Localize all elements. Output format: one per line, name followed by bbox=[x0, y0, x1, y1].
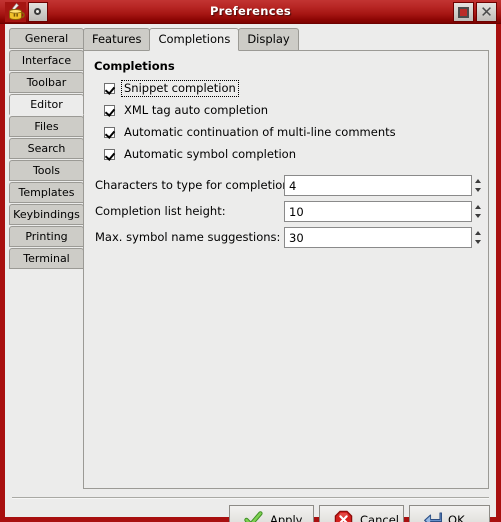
sidebar-item-label: Toolbar bbox=[26, 76, 67, 89]
cancel-button-label: Cancel bbox=[360, 513, 399, 522]
sidebar-item-label: Interface bbox=[21, 54, 72, 67]
checkbox-label: Snippet completion bbox=[121, 80, 239, 97]
dialog-body: General Interface Toolbar Editor Files S… bbox=[5, 24, 496, 522]
characters-to-type-input[interactable]: 4 bbox=[284, 175, 472, 196]
sidebar-item-interface[interactable]: Interface bbox=[9, 50, 84, 71]
completion-list-height-input[interactable]: 10 bbox=[284, 201, 472, 222]
dialog-action-bar: Apply Cancel OK bbox=[5, 502, 496, 522]
tab-completions[interactable]: Completions bbox=[149, 28, 240, 51]
checkbox-label: XML tag auto completion bbox=[124, 103, 269, 117]
input-value: 30 bbox=[289, 231, 304, 245]
input-value: 4 bbox=[289, 179, 297, 193]
maximize-icon[interactable] bbox=[453, 2, 474, 22]
sidebar-item-label: Tools bbox=[32, 164, 61, 177]
completions-panel: Completions Snippet completion XML tag a… bbox=[83, 50, 489, 489]
checkbox-row-automatic-symbol-completion[interactable]: Automatic symbol completion bbox=[104, 147, 298, 164]
sidebar-item-label: Editor bbox=[30, 98, 63, 111]
checkbox-xml-tag-auto-completion[interactable] bbox=[104, 105, 115, 116]
sidebar-item-editor[interactable]: Editor bbox=[9, 94, 84, 115]
checkbox-label: Automatic continuation of multi-line com… bbox=[124, 125, 396, 139]
sidebar-item-label: Files bbox=[34, 120, 59, 133]
sidebar-item-templates[interactable]: Templates bbox=[9, 182, 84, 203]
checkbox-label: Automatic symbol completion bbox=[124, 147, 296, 161]
apply-button-label: Apply bbox=[270, 513, 303, 522]
sidebar-item-general[interactable]: General bbox=[9, 28, 84, 49]
sidebar: General Interface Toolbar Editor Files S… bbox=[9, 28, 84, 270]
tab-label: Features bbox=[92, 32, 142, 46]
checkbox-row-multiline-comment-continuation[interactable]: Automatic continuation of multi-line com… bbox=[104, 125, 398, 142]
setting-label: Completion list height: bbox=[95, 204, 226, 218]
stepper-up-icon[interactable] bbox=[475, 179, 481, 183]
tab-label: Display bbox=[247, 32, 290, 46]
enter-arrow-icon bbox=[423, 510, 442, 522]
checkbox-snippet-completion[interactable] bbox=[104, 83, 115, 94]
completion-list-height-stepper[interactable] bbox=[474, 202, 482, 221]
sidebar-item-label: Search bbox=[27, 142, 66, 155]
page-title: Completions bbox=[94, 59, 175, 73]
sidebar-item-label: Templates bbox=[18, 186, 75, 199]
notebook-tabstrip: Features Completions Display bbox=[83, 28, 489, 51]
max-symbol-name-suggestions-stepper[interactable] bbox=[474, 228, 482, 247]
checkbox-multiline-comment-continuation[interactable] bbox=[104, 127, 115, 138]
action-separator bbox=[12, 497, 489, 499]
stepper-up-icon[interactable] bbox=[475, 231, 481, 235]
settings-notebook: Features Completions Display Completions… bbox=[83, 28, 489, 489]
close-glyph: ✕ bbox=[480, 3, 493, 21]
input-value: 10 bbox=[289, 205, 304, 219]
sidebar-item-label: Printing bbox=[25, 230, 68, 243]
apply-button[interactable]: Apply bbox=[229, 505, 314, 522]
close-icon[interactable]: ✕ bbox=[476, 2, 497, 22]
check-icon bbox=[244, 510, 263, 522]
window-titlebar[interactable]: Preferences ✕ bbox=[0, 0, 501, 24]
ok-button-label: OK bbox=[448, 513, 465, 522]
sidebar-item-search[interactable]: Search bbox=[9, 138, 84, 159]
sidebar-item-tools[interactable]: Tools bbox=[9, 160, 84, 181]
sidebar-item-printing[interactable]: Printing bbox=[9, 226, 84, 247]
preferences-window: Preferences ✕ General Interface Toolbar … bbox=[0, 0, 501, 522]
cancel-button[interactable]: Cancel bbox=[319, 505, 404, 522]
setting-label: Characters to type for completion: bbox=[95, 178, 294, 192]
checkbox-row-snippet-completion[interactable]: Snippet completion bbox=[104, 80, 239, 98]
window-title: Preferences bbox=[209, 4, 292, 18]
maximize-glyph bbox=[458, 7, 469, 18]
setting-row-completion-list-height: Completion list height: 10 bbox=[95, 201, 482, 223]
checkbox-row-xml-tag-auto-completion[interactable]: XML tag auto completion bbox=[104, 103, 270, 120]
stepper-down-icon[interactable] bbox=[475, 240, 481, 244]
sidebar-item-terminal[interactable]: Terminal bbox=[9, 248, 84, 269]
sidebar-item-toolbar[interactable]: Toolbar bbox=[9, 72, 84, 93]
setting-row-characters-to-type: Characters to type for completion: 4 bbox=[95, 175, 482, 197]
characters-to-type-stepper[interactable] bbox=[474, 176, 482, 195]
setting-row-max-symbol-name-suggestions: Max. symbol name suggestions: 30 bbox=[95, 227, 482, 249]
tab-display[interactable]: Display bbox=[238, 28, 299, 50]
checkbox-automatic-symbol-completion[interactable] bbox=[104, 149, 115, 160]
stop-x-icon bbox=[334, 510, 353, 522]
sidebar-item-label: General bbox=[24, 32, 69, 45]
setting-label: Max. symbol name suggestions: bbox=[95, 230, 281, 244]
sidebar-item-label: Terminal bbox=[23, 252, 70, 265]
stepper-down-icon[interactable] bbox=[475, 188, 481, 192]
tab-features[interactable]: Features bbox=[83, 28, 151, 50]
sidebar-item-label: Keybindings bbox=[13, 208, 80, 221]
max-symbol-name-suggestions-input[interactable]: 30 bbox=[284, 227, 472, 248]
stepper-up-icon[interactable] bbox=[475, 205, 481, 209]
tab-label: Completions bbox=[158, 32, 231, 46]
stepper-down-icon[interactable] bbox=[475, 214, 481, 218]
sidebar-item-files[interactable]: Files bbox=[9, 116, 84, 137]
sidebar-item-keybindings[interactable]: Keybindings bbox=[9, 204, 84, 225]
ok-button[interactable]: OK bbox=[409, 505, 490, 522]
